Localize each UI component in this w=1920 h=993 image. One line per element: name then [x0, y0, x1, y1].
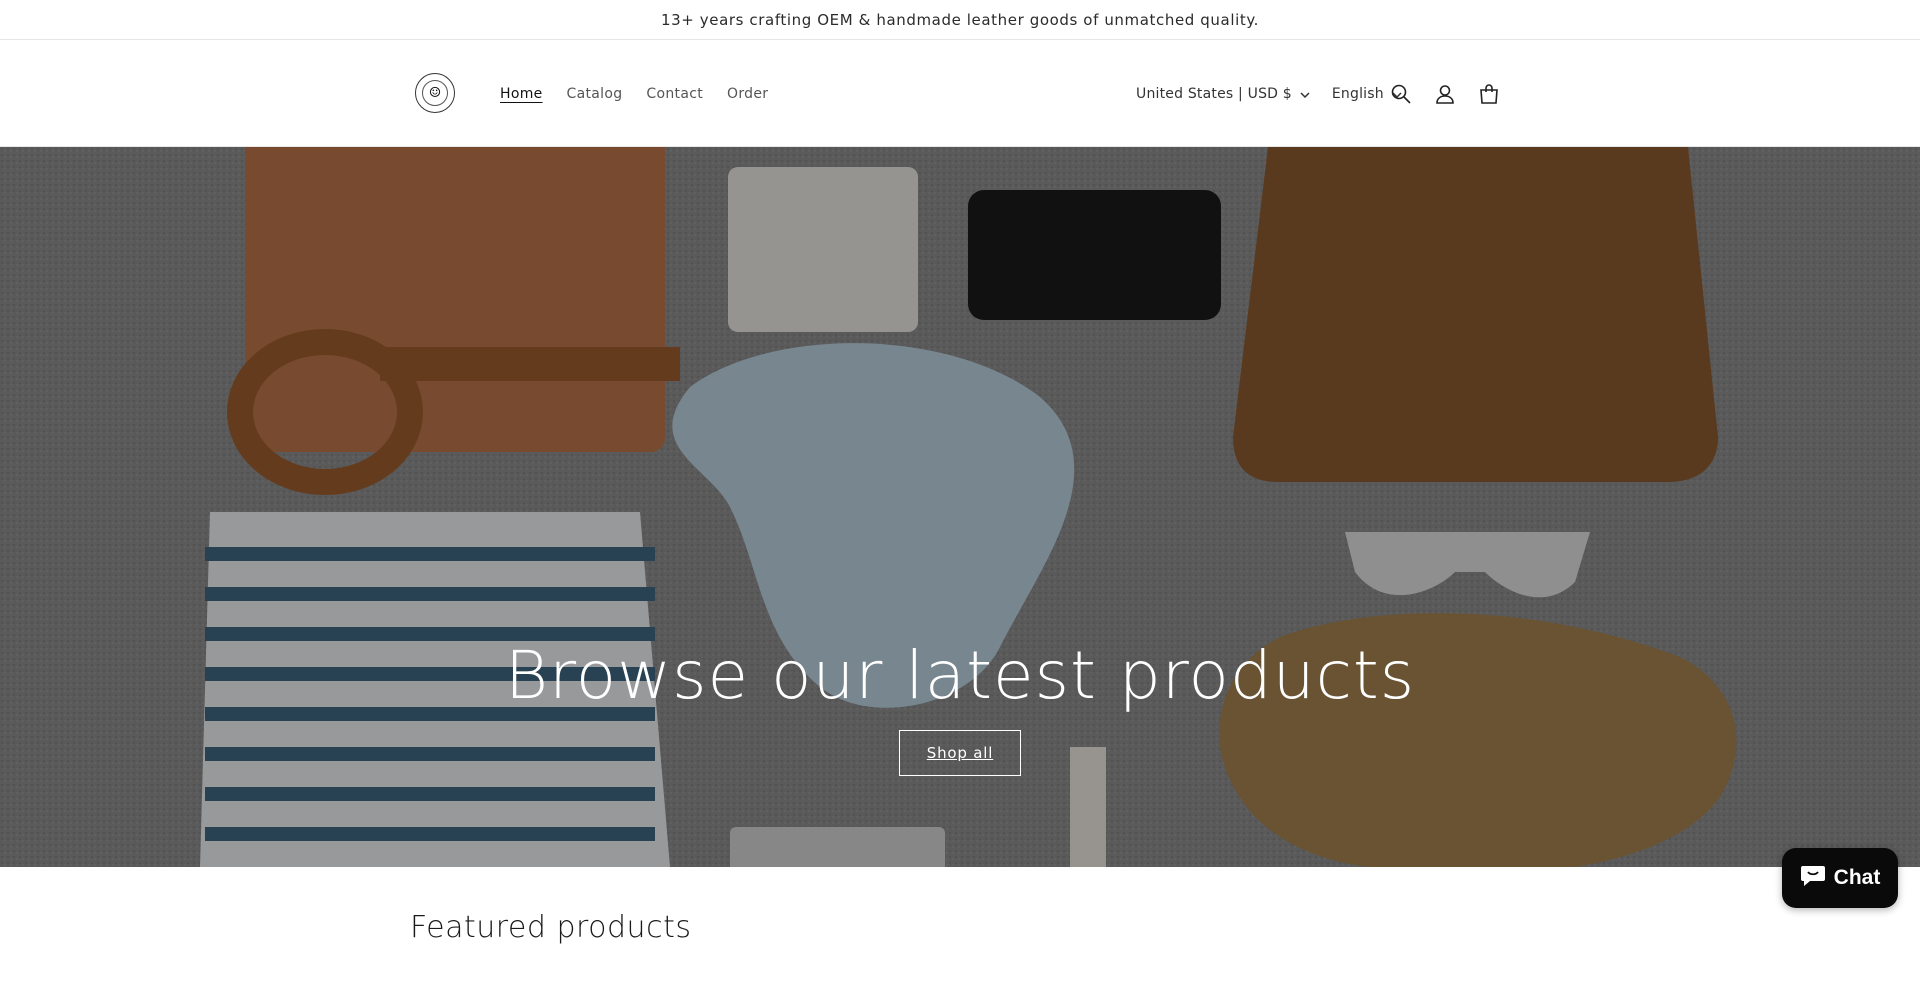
seal-logo-icon: ☺ [422, 80, 448, 106]
chat-label: Chat [1833, 866, 1881, 889]
search-icon[interactable] [1390, 83, 1412, 105]
country-selector[interactable]: United States | USD $ [1136, 86, 1310, 102]
country-selector-label: United States | USD $ [1136, 85, 1292, 102]
chat-button[interactable]: Chat [1782, 848, 1898, 908]
site-header: ☺ Home Catalog Contact Order United Stat… [0, 40, 1920, 147]
logo[interactable]: ☺ [415, 73, 455, 113]
language-selector-label: English [1331, 85, 1384, 102]
hero-title: Browse our latest products [504, 637, 1416, 714]
nav-home[interactable]: Home [500, 86, 543, 102]
nav-contact[interactable]: Contact [646, 86, 703, 102]
header-icons [1390, 40, 1500, 147]
chat-bubble-icon [1800, 863, 1826, 893]
shop-all-button[interactable]: Shop all [899, 730, 1021, 776]
nav-order[interactable]: Order [727, 86, 768, 102]
main-nav: Home Catalog Contact Order [500, 40, 792, 147]
account-icon[interactable] [1434, 83, 1456, 105]
chevron-down-icon [1300, 86, 1310, 102]
announcement-text: 13+ years crafting OEM & handmade leathe… [660, 10, 1260, 29]
featured-products-title: Featured products [410, 910, 692, 945]
announcement-bar: 13+ years crafting OEM & handmade leathe… [0, 0, 1920, 40]
localization: United States | USD $ English [1136, 40, 1424, 147]
hero-banner: Browse our latest products Shop all [0, 147, 1920, 867]
cart-icon[interactable] [1478, 83, 1500, 105]
nav-catalog[interactable]: Catalog [567, 86, 623, 102]
